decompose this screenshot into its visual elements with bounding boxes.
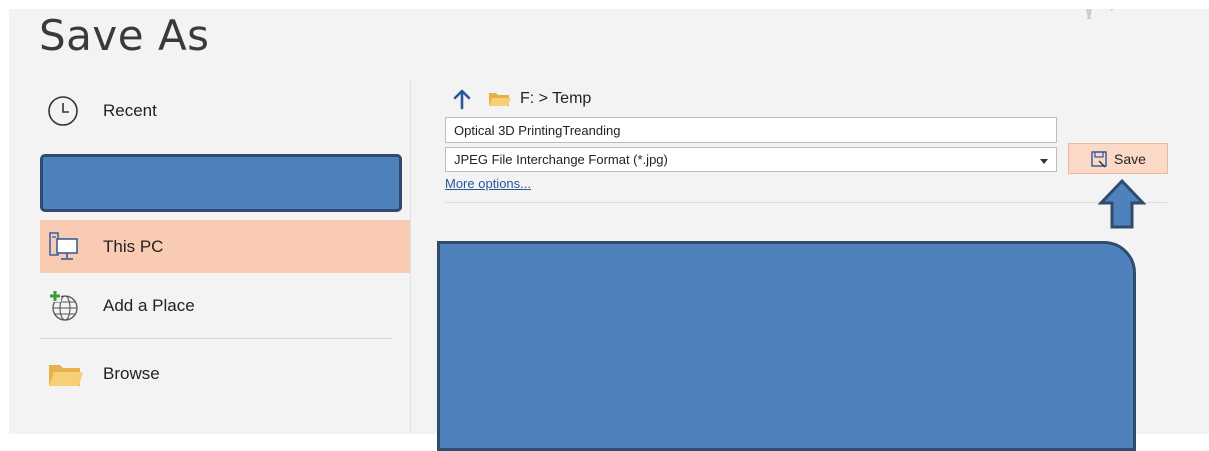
section-divider <box>445 202 1167 203</box>
nav-item-label: Browse <box>103 364 160 383</box>
file-name-input[interactable] <box>445 117 1057 143</box>
save-button[interactable]: Save <box>1068 143 1168 174</box>
computer-icon <box>49 231 78 260</box>
save-icon <box>1091 150 1107 167</box>
dimmed-icon: ( · ) <box>1085 9 1141 19</box>
nav-item-label: Recent <box>103 101 157 120</box>
pane-divider <box>410 80 411 434</box>
chevron-down-icon <box>1040 159 1048 164</box>
nav-item-browse[interactable]: Browse <box>40 350 410 398</box>
file-type-select[interactable]: JPEG File Interchange Format (*.jpg) <box>445 147 1057 172</box>
page-title: Save As <box>39 11 210 60</box>
nav-item-label: Add a Place <box>103 296 195 315</box>
nav-item-add-a-place[interactable]: Add a Place <box>40 282 410 330</box>
folder-icon <box>49 365 83 386</box>
more-options-link[interactable]: More options... <box>445 176 531 191</box>
clock-icon <box>48 96 78 126</box>
arrow-up-icon[interactable] <box>452 88 472 110</box>
nav-item-this-pc[interactable]: This PC <box>40 220 410 273</box>
file-type-value: JPEG File Interchange Format (*.jpg) <box>454 152 668 167</box>
breadcrumb-path[interactable]: F: > Temp <box>520 90 591 108</box>
annotation-arrow-up-icon <box>1097 178 1147 229</box>
nav-item-recent[interactable]: Recent <box>40 88 410 134</box>
folder-icon <box>489 93 511 106</box>
breadcrumb: F: > Temp <box>452 86 591 112</box>
save-button-label: Save <box>1114 150 1146 167</box>
globe-plus-icon <box>49 290 78 321</box>
redaction-box <box>40 154 402 212</box>
redaction-box <box>437 241 1136 451</box>
nav-item-label: This PC <box>103 236 164 256</box>
nav-divider <box>40 338 392 339</box>
